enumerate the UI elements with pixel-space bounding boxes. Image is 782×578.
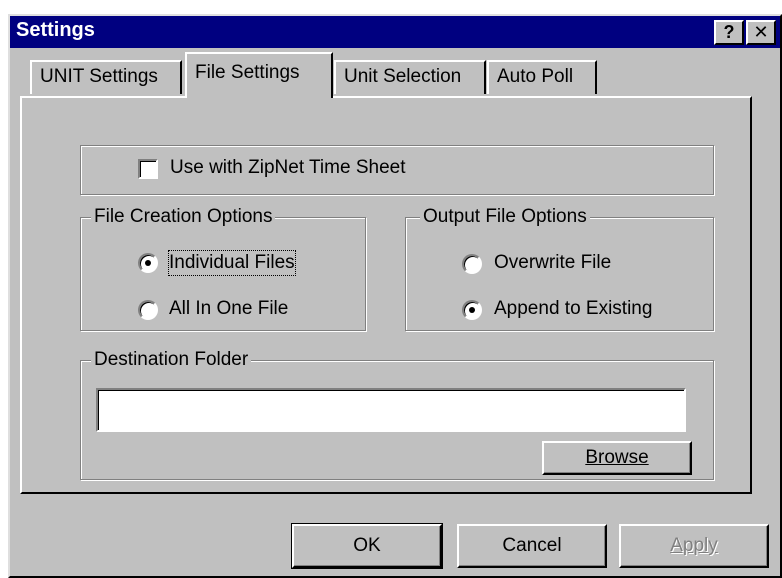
close-button[interactable]: ✕ [746,20,776,45]
window-title: Settings [16,19,95,41]
apply-button[interactable]: Apply [619,524,769,568]
browse-label: Browse [585,447,649,468]
append-to-existing-label[interactable]: Append to Existing [494,297,652,321]
all-in-one-file-label[interactable]: All In One File [169,297,288,321]
overwrite-file-radio[interactable] [462,254,482,274]
tab-unit-settings[interactable]: UNIT Settings [30,60,182,94]
tab-label: File Settings [195,62,300,83]
tab-auto-poll[interactable]: Auto Poll [487,60,597,94]
tab-unit-selection[interactable]: Unit Selection [334,60,486,94]
zipnet-checkbox[interactable] [138,159,158,179]
radio-dot [469,307,475,313]
individual-files-label[interactable]: Individual Files [168,250,296,276]
cancel-label: Cancel [502,535,562,556]
title-bar[interactable]: Settings ? ✕ [10,16,780,48]
destination-folder-title: Destination Folder [91,348,252,372]
all-in-one-file-radio[interactable] [138,300,158,320]
overwrite-file-label[interactable]: Overwrite File [494,251,611,275]
output-file-title: Output File Options [420,205,590,229]
tab-label: Unit Selection [344,66,462,87]
tab-label: UNIT Settings [40,66,158,87]
individual-files-radio[interactable] [138,253,158,273]
destination-folder-input[interactable] [96,388,686,432]
file-creation-title: File Creation Options [91,205,276,229]
browse-button[interactable]: Browse [542,441,692,475]
zipnet-label[interactable]: Use with ZipNet Time Sheet [170,156,405,180]
apply-label: Apply [670,535,718,556]
tab-file-settings[interactable]: File Settings [185,52,333,98]
ok-label: OK [353,535,381,556]
ok-button[interactable]: OK [291,523,443,569]
radio-dot [145,260,151,266]
cancel-button[interactable]: Cancel [457,524,607,568]
help-button[interactable]: ? [714,20,744,45]
tab-label: Auto Poll [497,66,574,87]
append-to-existing-radio[interactable] [462,300,482,320]
